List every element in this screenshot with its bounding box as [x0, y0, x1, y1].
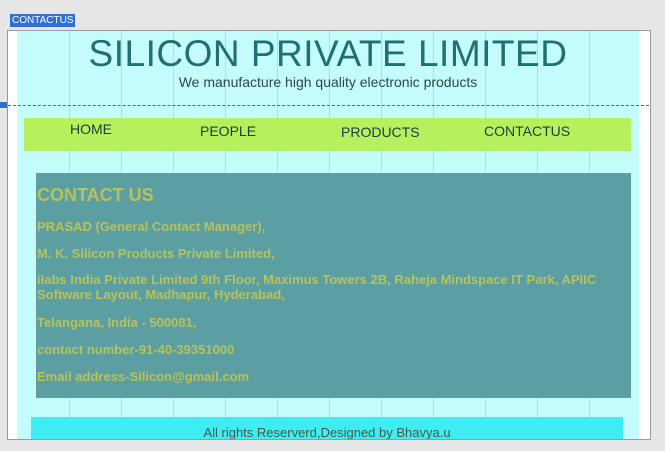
- guide-line: [8, 105, 649, 106]
- contact-line: PRASAD (General Contact Manager),: [37, 219, 266, 234]
- contact-email: Email address-Silicon@gmail.com: [37, 369, 250, 384]
- nav-link-home[interactable]: HOME: [70, 121, 112, 137]
- contact-line: Telangana, India - 500081,: [37, 315, 197, 330]
- page-body: SILICON PRIVATE LIMITED We manufacture h…: [17, 31, 639, 439]
- contact-section: CONTACT US PRASAD (General Contact Manag…: [36, 173, 631, 398]
- selected-element-tag: CONTACTUS: [10, 14, 76, 27]
- contact-heading: CONTACT US: [37, 185, 154, 205]
- page-subtitle: We manufacture high quality electronic p…: [178, 74, 478, 90]
- contact-line: contact number-91-40-39351000: [37, 342, 235, 357]
- contact-line: ilabs India Private Limited 9th Floor, M…: [37, 272, 597, 302]
- contact-line: M. K. Silicon Products Private Limited,: [37, 246, 275, 261]
- footer-text: All rights Reserverd,Designed by Bhavya.…: [203, 425, 451, 440]
- nav-link-contactus[interactable]: CONTACTUS: [484, 123, 570, 139]
- footer: All rights Reserverd,Designed by Bhavya.…: [31, 417, 623, 440]
- nav-link-products[interactable]: PRODUCTS: [341, 124, 420, 140]
- nav-bar: HOME PEOPLE PRODUCTS CONTACTUS: [24, 118, 631, 151]
- nav-link-people[interactable]: PEOPLE: [200, 123, 256, 139]
- design-canvas: SILICON PRIVATE LIMITED We manufacture h…: [7, 30, 651, 440]
- page-title: SILICON PRIVATE LIMITED: [88, 33, 568, 74]
